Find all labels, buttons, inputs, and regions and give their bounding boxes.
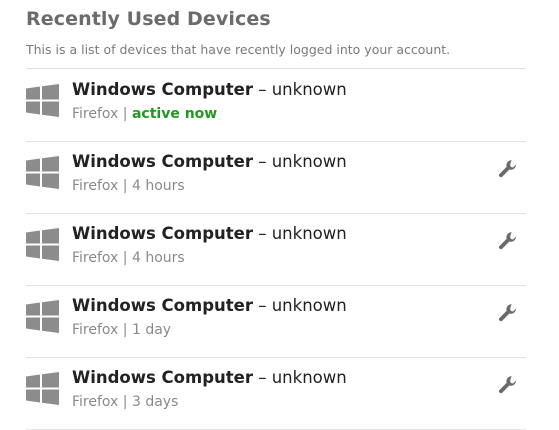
name-separator: –	[252, 224, 272, 243]
last-active-time: 4 hours	[131, 250, 185, 266]
device-meta-line: Firefox | 4 hours	[72, 250, 185, 266]
windows-icon	[26, 300, 59, 333]
name-separator: –	[252, 368, 272, 387]
windows-icon	[26, 228, 59, 261]
name-separator: –	[252, 296, 272, 315]
device-location: unknown	[271, 296, 347, 315]
wrench-icon[interactable]	[498, 303, 518, 323]
device-location: unknown	[271, 80, 347, 99]
device-row: Windows Computer – unknown Firefox | 4 ho…	[26, 142, 526, 213]
device-row: Windows Computer – unknown Firefox | 1 da…	[26, 286, 526, 357]
device-location: unknown	[271, 152, 347, 171]
device-name: Windows Computer	[72, 224, 253, 243]
meta-divider: |	[118, 322, 132, 338]
header-divider	[26, 68, 526, 69]
recent-devices-panel: Recently Used Devices This is a list of …	[0, 0, 559, 430]
device-name: Windows Computer	[72, 296, 253, 315]
active-status: active now	[131, 106, 218, 122]
device-meta-line: Firefox | active now	[72, 106, 217, 122]
page-subtitle: This is a list of devices that have rece…	[26, 42, 451, 57]
device-name: Windows Computer	[72, 152, 253, 171]
device-location: unknown	[271, 224, 347, 243]
meta-divider: |	[118, 106, 132, 122]
page-title: Recently Used Devices	[26, 8, 271, 30]
meta-divider: |	[118, 178, 132, 194]
device-name-line: Windows Computer – unknown	[72, 224, 347, 243]
wrench-icon[interactable]	[498, 375, 518, 395]
windows-icon	[26, 84, 59, 117]
device-meta-line: Firefox | 1 day	[72, 322, 171, 338]
device-browser: Firefox	[72, 250, 119, 266]
windows-icon	[26, 156, 59, 189]
device-meta-line: Firefox | 4 hours	[72, 178, 185, 194]
device-browser: Firefox	[72, 178, 119, 194]
wrench-icon[interactable]	[498, 159, 518, 179]
device-name: Windows Computer	[72, 368, 253, 387]
device-name-line: Windows Computer – unknown	[72, 296, 347, 315]
device-browser: Firefox	[72, 322, 119, 338]
device-name-line: Windows Computer – unknown	[72, 368, 347, 387]
meta-divider: |	[118, 394, 132, 410]
device-row: Windows Computer – unknown Firefox | 3 da…	[26, 358, 526, 429]
wrench-icon[interactable]	[498, 231, 518, 251]
last-active-time: 3 days	[131, 394, 179, 410]
name-separator: –	[252, 152, 272, 171]
device-name-line: Windows Computer – unknown	[72, 80, 347, 99]
last-active-time: 1 day	[131, 322, 172, 338]
device-browser: Firefox	[72, 394, 119, 410]
device-row: Windows Computer – unknown Firefox | acti…	[26, 70, 526, 141]
name-separator: –	[252, 80, 272, 99]
windows-icon	[26, 372, 59, 405]
device-row: Windows Computer – unknown Firefox | 4 ho…	[26, 214, 526, 285]
last-active-time: 4 hours	[131, 178, 185, 194]
device-browser: Firefox	[72, 106, 119, 122]
device-name-line: Windows Computer – unknown	[72, 152, 347, 171]
meta-divider: |	[118, 250, 132, 266]
device-location: unknown	[271, 368, 347, 387]
device-meta-line: Firefox | 3 days	[72, 394, 178, 410]
device-name: Windows Computer	[72, 80, 253, 99]
